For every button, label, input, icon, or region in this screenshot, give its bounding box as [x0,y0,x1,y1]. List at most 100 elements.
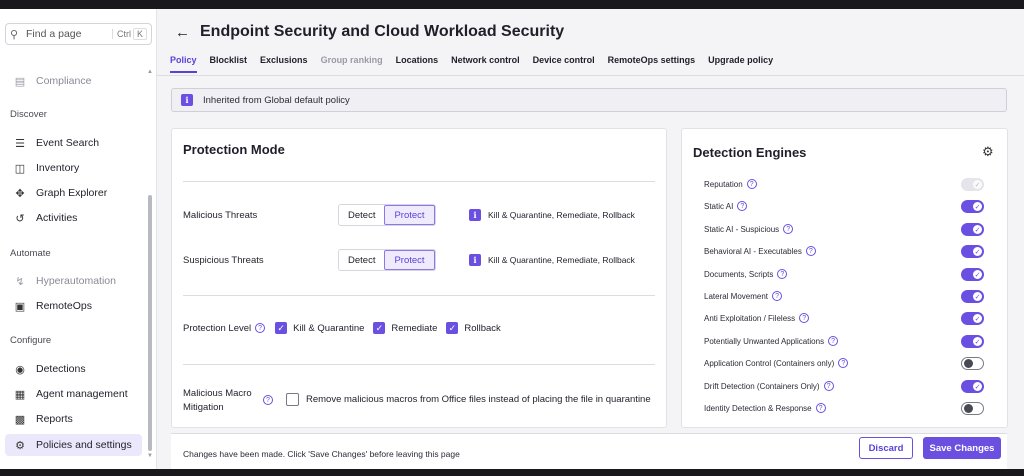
checkmark-icon: ✓ [446,322,459,334]
sidebar-item-hyperautomation[interactable]: ↯ Hyperautomation [5,270,142,292]
gear-icon: ⚙ [15,439,25,452]
sidebar-item-activities[interactable]: ↺ Activities [5,207,142,229]
tab-upgrade-policy[interactable]: Upgrade policy [708,53,773,73]
engine-toggle[interactable]: ✓ [961,335,984,348]
help-icon[interactable]: ? [805,246,816,256]
sidebar-item-label: Inventory [36,162,80,174]
tab-policy[interactable]: Policy [170,53,197,73]
banner-text: Inherited from Global default policy [203,94,350,106]
engine-toggle[interactable] [961,357,984,370]
tab-device-control[interactable]: Device control [533,53,595,73]
page-title: Endpoint Security and Cloud Workload Sec… [200,23,565,40]
section-automate: Automate [10,248,51,259]
lightning-icon: ↯ [15,275,25,288]
help-icon[interactable]: ? [823,381,834,391]
engine-label: Reputation [704,179,743,189]
scroll-down-arrow[interactable]: ▼ [147,453,153,459]
sidebar-item-label: Hyperautomation [36,275,116,287]
engine-toggle[interactable]: ✓ [961,245,984,258]
engine-toggle[interactable]: ✓ [961,200,984,213]
engine-toggle[interactable]: ✓ [961,268,984,281]
tabs-divider [157,75,1024,76]
macro-label-line1: Malicious Macro [183,388,252,399]
help-icon[interactable]: ? [737,201,748,211]
suspicious-note: i Kill & Quarantine, Remediate, Rollback [469,254,635,266]
engine-row: Documents, Scripts? [704,269,788,279]
suspicious-protect-option[interactable]: Protect [384,250,435,270]
help-icon[interactable]: ? [838,358,849,368]
sidebar-item-label: Event Search [36,137,100,149]
checkmark-icon: ✓ [973,337,982,346]
engine-label: Potentially Unwanted Applications [704,336,825,346]
scroll-up-arrow[interactable]: ▲ [147,69,153,75]
remediate-checkbox[interactable]: ✓ Remediate [373,322,437,334]
suspicious-detect-option[interactable]: Detect [339,250,384,270]
shortcut-key: K [132,28,147,40]
detections-icon: ◉ [15,363,25,376]
help-icon[interactable]: ? [255,323,266,333]
malicious-note: i Kill & Quarantine, Remediate, Rollback [469,209,635,221]
macro-mitigation-row: Remove malicious macros from Office file… [286,393,651,406]
engine-label: Application Control (Containers only) [704,358,835,368]
sidebar-item-label: Agent management [36,388,128,400]
malicious-protect-option[interactable]: Protect [384,205,435,225]
tab-locations[interactable]: Locations [396,53,439,73]
protection-mode-card: Protection Mode Malicious Threats Detect… [171,128,667,428]
toggle-knob [964,359,973,368]
gear-icon[interactable]: ⚙ [982,144,994,160]
document-check-icon: ▤ [14,75,26,88]
macro-mitigation-checkbox[interactable] [286,393,299,406]
engine-toggle[interactable]: ✓ [961,223,984,236]
suspicious-note-text: Kill & Quarantine, Remediate, Rollback [488,255,635,265]
agent-icon: ▦ [14,388,26,401]
protection-mode-title: Protection Mode [183,142,285,157]
tab-remoteops-settings[interactable]: RemoteOps settings [608,53,696,73]
sidebar-item-policies[interactable]: ⚙ Policies and settings [5,434,142,456]
help-icon[interactable]: ? [815,403,826,413]
engine-toggle[interactable]: ✓ [961,290,984,303]
engine-label: Documents, Scripts [704,269,774,279]
help-icon[interactable]: ? [772,291,783,301]
engine-toggle[interactable]: ✓ [961,312,984,325]
info-icon: i [181,94,193,106]
malicious-note-text: Kill & Quarantine, Remediate, Rollback [488,210,635,220]
sidebar-item-reports[interactable]: ▩ Reports [5,408,142,430]
help-icon[interactable]: ? [777,269,788,279]
sidebar-item-inventory[interactable]: ◫ Inventory [5,157,142,179]
checkmark-icon: ✓ [973,292,982,301]
help-icon[interactable]: ? [783,224,794,234]
search-input[interactable]: ⚲ Find a page Ctrl K [5,23,152,45]
malicious-detect-option[interactable]: Detect [339,205,384,225]
sidebar-item-graph-explorer[interactable]: ✥ Graph Explorer [5,182,142,204]
inventory-icon: ◫ [14,162,26,175]
rollback-checkbox[interactable]: ✓ Rollback [446,322,501,334]
sidebar-item-detections[interactable]: ◉ Detections [5,358,142,380]
shortcut-hint: Ctrl [111,29,131,39]
help-icon[interactable]: ? [263,395,273,405]
help-icon[interactable]: ? [746,179,757,189]
sidebar-item-agent-management[interactable]: ▦ Agent management [5,383,142,405]
tab-network-control[interactable]: Network control [451,53,520,73]
checkmark-icon: ✓ [973,314,982,323]
tab-group-ranking[interactable]: Group ranking [321,53,383,73]
sidebar-item-remoteops[interactable]: ▣ RemoteOps [5,295,142,317]
discard-button[interactable]: Discard [859,437,913,459]
unsaved-changes-footer: Changes have been made. Click 'Save Chan… [171,433,1007,469]
engine-toggle[interactable]: ✓ [961,380,984,393]
report-icon: ▩ [14,413,26,426]
terminal-icon: ▣ [14,300,26,313]
engine-row: Application Control (Containers only)? [704,358,849,368]
protection-level-row: Protection Level ? ✓ Kill & Quarantine ✓… [183,322,510,334]
sidebar-item-event-search[interactable]: ☰ Event Search [5,132,142,154]
engine-toggle[interactable] [961,402,984,415]
back-arrow-icon[interactable]: ← [175,24,190,41]
macro-label-line2: Mitigation [183,402,224,413]
sidebar-scrollbar[interactable] [148,195,152,451]
kill-quarantine-checkbox[interactable]: ✓ Kill & Quarantine [275,322,364,334]
save-changes-button[interactable]: Save Changes [923,437,1001,459]
help-icon[interactable]: ? [828,336,839,346]
sidebar-item-compliance[interactable]: ▤ Compliance [5,70,142,92]
tab-blocklist[interactable]: Blocklist [210,53,248,73]
help-icon[interactable]: ? [799,313,810,323]
tab-exclusions[interactable]: Exclusions [260,53,308,73]
